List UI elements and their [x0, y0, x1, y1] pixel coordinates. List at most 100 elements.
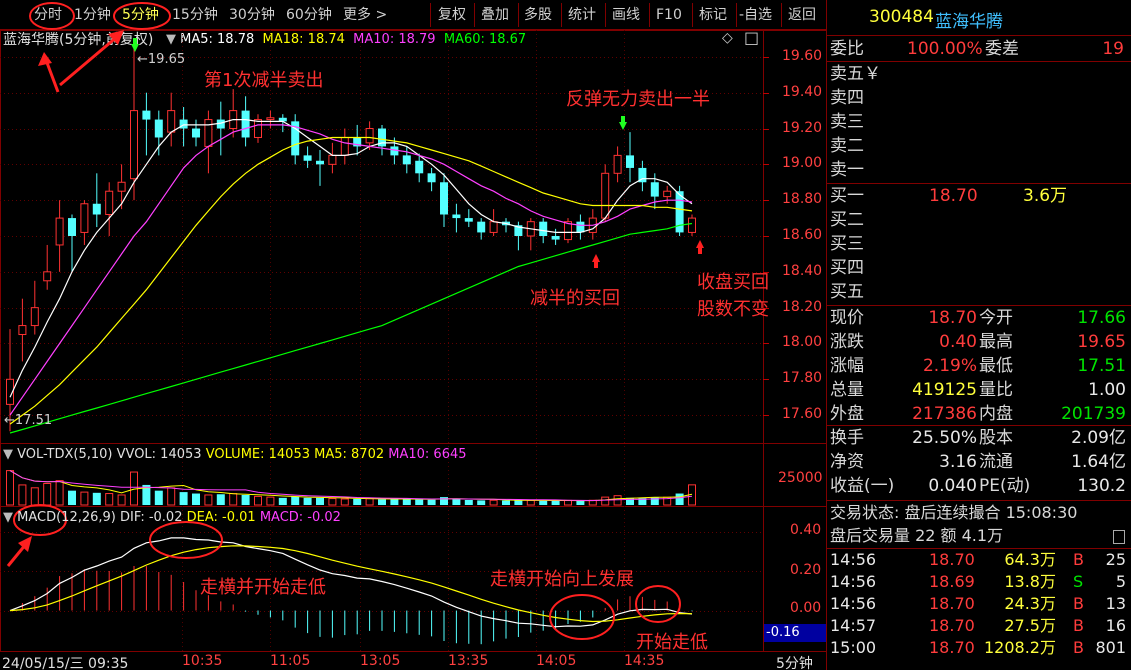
tick-row[interactable]: 14:57 18.70 27.5万 B 16	[827, 615, 1131, 637]
buy-level-row[interactable]: 买一 18.70 3.6万	[827, 184, 1131, 208]
sell-level-label: 卖三	[830, 112, 864, 132]
tick-count: 5	[1115, 572, 1126, 591]
volume-bar-down	[378, 499, 386, 505]
volume-bar-up	[613, 495, 622, 506]
annotation-close-buy-2: 股数不变	[697, 299, 769, 320]
candle-body-down	[440, 182, 448, 215]
price-axis-label: 19.20	[782, 119, 823, 136]
stat-value: 18.70	[928, 308, 977, 328]
buy-level-label: 买二	[830, 210, 864, 230]
tick-volume: 24.3万	[1004, 594, 1056, 613]
price-axis-label: 18.20	[782, 298, 823, 315]
tick-side: B	[1073, 638, 1084, 657]
volume-bar-down	[179, 492, 188, 505]
annotation-macd-flat-down: 走横并开始走低	[200, 577, 326, 598]
candle-body-up	[340, 136, 349, 156]
trading-window: 分时 1分钟 5分钟 15分钟 30分钟 60分钟 更多 > 复权 叠加 多股 …	[0, 0, 1131, 670]
buy-marker-icon	[592, 254, 600, 262]
stat-value: 0.40	[939, 332, 977, 352]
candle-body-up	[365, 128, 374, 144]
sell-level-label: 卖五￥	[830, 64, 881, 84]
candle-body-up	[601, 172, 610, 219]
volume-bar-down	[477, 500, 486, 505]
sell-level-row[interactable]: 卖三	[827, 110, 1131, 134]
buy-level-price: 18.70	[929, 186, 978, 206]
stat-value: 2.19%	[922, 356, 977, 376]
stat-label: 涨幅	[830, 356, 864, 376]
price-axis-label: 19.60	[782, 47, 823, 64]
ma-line-ma10	[9, 124, 693, 416]
dea-label: DEA: -0.01	[186, 510, 256, 525]
vol-ma5-label: MA5: 8702	[314, 447, 385, 462]
buy-level-row[interactable]: 买五	[827, 280, 1131, 304]
annotation-first-sell: 第1次减半卖出	[204, 70, 324, 91]
circle-macd-trough	[549, 594, 615, 640]
sell-level-row[interactable]: 卖二	[827, 134, 1131, 158]
sell-level-row[interactable]: 卖五￥	[827, 62, 1131, 86]
candle-body-down	[576, 221, 585, 233]
scroll-toggle-icon[interactable]	[1113, 530, 1125, 544]
tick-price: 18.69	[929, 572, 975, 591]
buy-level-row[interactable]: 买四	[827, 256, 1131, 280]
sell-level-row[interactable]: 卖四	[827, 86, 1131, 110]
stat-value: 1.00	[1088, 380, 1126, 400]
stat-label: 涨跌	[830, 332, 864, 352]
vol-indicator-name: VOL-TDX(5,10)	[17, 447, 113, 462]
price-axis-label: 18.60	[782, 227, 823, 243]
buy-level-row[interactable]: 买三	[827, 232, 1131, 256]
vol-settings-icon[interactable]: ▼	[3, 447, 13, 462]
stat-value: 201739	[1061, 404, 1126, 424]
volume-bar-up	[18, 484, 27, 506]
price-axis-label: 19.40	[782, 83, 823, 100]
candle-body-up	[18, 325, 27, 336]
stat-label: 今开	[979, 308, 1013, 328]
volume-bar-up	[601, 496, 610, 506]
stat-label: 最低	[979, 356, 1013, 376]
candle-body-down	[464, 218, 473, 222]
period-tag[interactable]: 5分钟	[776, 653, 813, 670]
time-axis-start: 24/05/15/三 09:35	[2, 656, 129, 670]
volume-bar-down	[427, 499, 436, 505]
tick-row[interactable]: 14:56 18.70 24.3万 B 13	[827, 593, 1131, 615]
price-axis-label: 17.80	[782, 370, 823, 387]
volume-bar-down	[576, 500, 585, 505]
time-axis-label: 11:05	[270, 653, 311, 669]
annotation-macd-start-low: 开始走低	[636, 632, 708, 653]
candle-body-down	[539, 221, 548, 236]
macd-axis-1: 0.20	[790, 562, 822, 578]
stat-value: 130.2	[1077, 476, 1126, 496]
stat-label: 股本	[979, 428, 1013, 448]
candle-body-down	[650, 182, 659, 197]
price-axis-label: 17.60	[782, 406, 823, 423]
tick-side: B	[1073, 550, 1084, 569]
buy-level-label: 买四	[830, 258, 864, 278]
buy-level-row[interactable]: 买二	[827, 208, 1131, 232]
candle-body-up	[663, 190, 672, 198]
candle-body-up	[30, 307, 39, 327]
tick-row[interactable]: 15:00 18.70 1208.2万 B 801	[827, 637, 1131, 659]
stat-label: 外盘	[830, 404, 864, 424]
stat-row: 现价 18.70 今开 17.66	[827, 306, 1131, 330]
macd-value-label: MACD: -0.02	[259, 510, 341, 525]
volume-bar-down	[675, 493, 684, 505]
tick-row[interactable]: 14:56 18.70 64.3万 B 25	[827, 549, 1131, 571]
tick-price: 18.70	[929, 594, 975, 613]
candle-body-up	[167, 110, 176, 133]
volume-bar-down	[539, 500, 548, 505]
sell-level-row[interactable]: 卖一	[827, 158, 1131, 182]
candle-body-down	[402, 155, 411, 165]
stat-value: 2.09亿	[1071, 428, 1126, 448]
macd-settings-icon[interactable]: ▼	[3, 510, 13, 525]
tick-side: B	[1073, 616, 1084, 635]
candle-body-up	[55, 217, 64, 246]
tick-count: 25	[1105, 550, 1126, 569]
tick-count: 16	[1105, 616, 1126, 635]
tick-row[interactable]: 14:56 18.69 13.8万 S 5	[827, 571, 1131, 593]
price-axis-label: 18.00	[782, 334, 823, 351]
stat-value: 217386	[912, 404, 977, 424]
quote-header: 300484 蓝海华腾	[827, 0, 1131, 36]
volume-bar-up	[204, 494, 213, 506]
stat-label: 换手	[830, 428, 864, 448]
tick-count: 801	[1095, 638, 1126, 657]
volume-bar-down	[415, 499, 424, 505]
